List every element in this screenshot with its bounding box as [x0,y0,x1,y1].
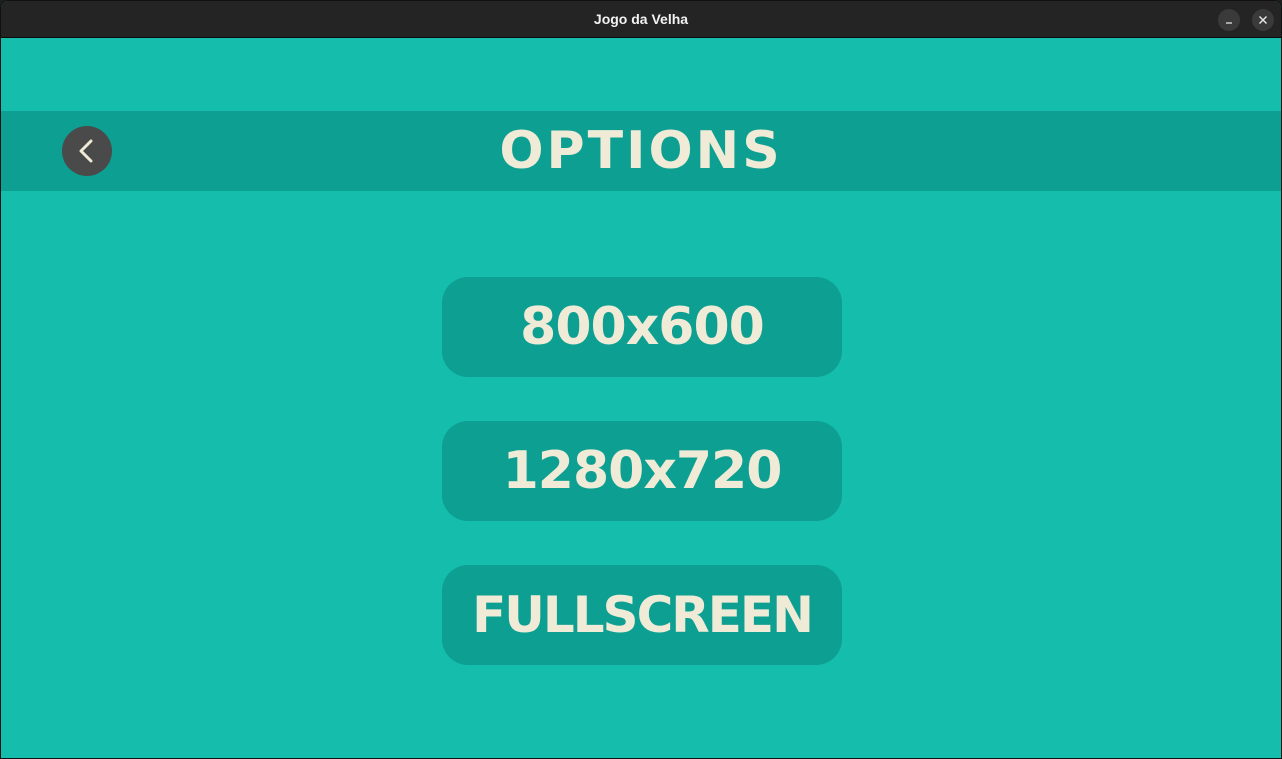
window-title: Jogo da Velha [593,11,689,27]
resolution-800x600-button[interactable]: 800x600 [442,277,842,377]
page-title: OPTIONS [499,121,783,181]
resolution-1280x720-button[interactable]: 1280x720 [442,421,842,521]
title-bar[interactable]: Jogo da Velha [1,1,1281,38]
minimize-button[interactable] [1218,9,1240,31]
game-window: Jogo da Velha OPTIONS 800x600 1280x720 F… [0,0,1282,759]
close-icon [1259,16,1267,24]
minimize-icon [1226,22,1232,24]
fullscreen-button[interactable]: FULLSCREEN [442,565,842,665]
close-button[interactable] [1252,9,1274,31]
